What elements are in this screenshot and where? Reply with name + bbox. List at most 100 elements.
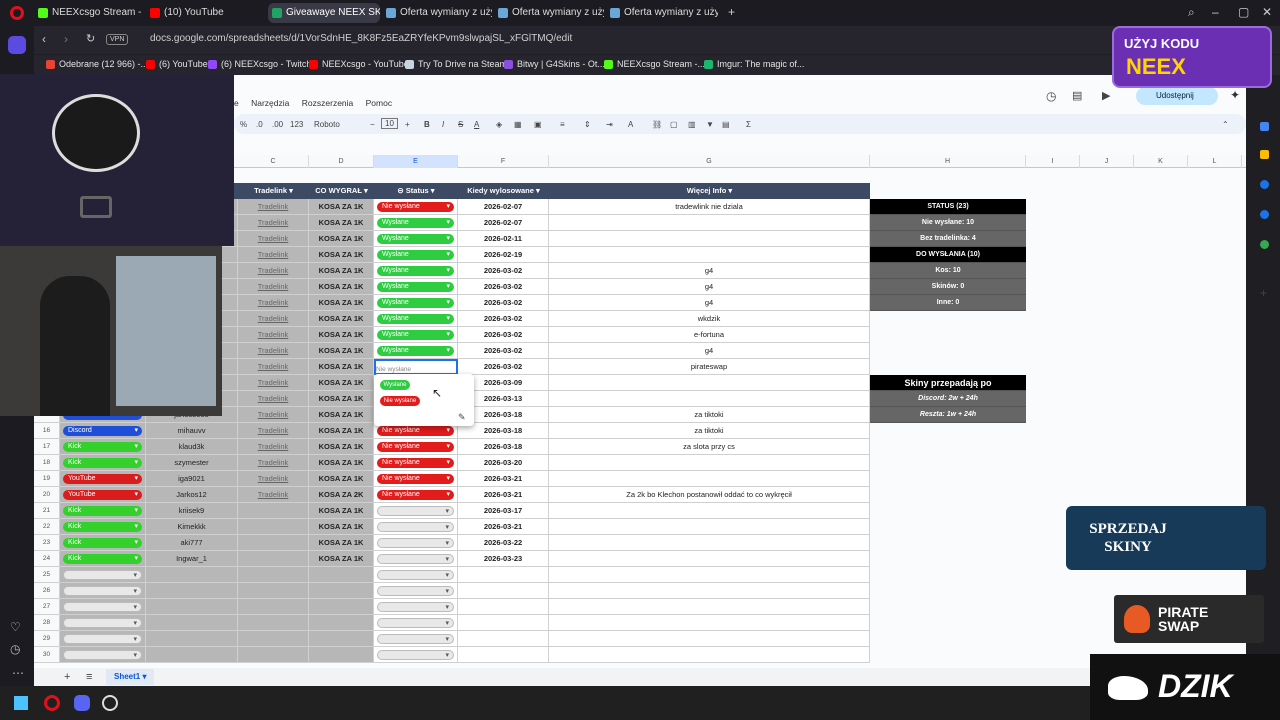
status-cell[interactable] — [374, 647, 458, 663]
row-number[interactable]: 27 — [34, 599, 60, 615]
percent-format-button[interactable]: % — [240, 120, 247, 129]
tradelink-cell[interactable]: Tradelink — [238, 407, 309, 423]
column-header-f[interactable]: F — [458, 155, 549, 168]
prize-cell[interactable]: KOSA ZA 1K — [309, 359, 374, 375]
status-cell[interactable]: Wysłane — [374, 231, 458, 247]
tradelink-link[interactable]: Tradelink — [258, 410, 289, 419]
prize-cell[interactable]: KOSA ZA 1K — [309, 423, 374, 439]
sheet-tab-sheet1[interactable]: Sheet1 ▾ — [106, 669, 155, 685]
row-number[interactable]: 18 — [34, 455, 60, 471]
tab-trade-offer-3[interactable]: Oferta wymiany z użytkow — [606, 3, 718, 23]
menu-extensions[interactable]: Rozszerzenia — [302, 98, 354, 108]
status-chip-empty[interactable] — [377, 538, 454, 549]
prize-cell[interactable] — [309, 583, 374, 599]
borders-icon[interactable]: ▦ — [514, 120, 522, 129]
prize-cell[interactable]: KOSA ZA 1K — [309, 247, 374, 263]
text-wrap-icon[interactable]: ⇥ — [606, 120, 613, 129]
source-chip-empty[interactable] — [63, 634, 142, 645]
info-cell[interactable] — [549, 215, 870, 231]
date-cell[interactable]: 2026-03-02 — [458, 295, 549, 311]
date-cell[interactable]: 2026-02-07 — [458, 215, 549, 231]
status-chip[interactable]: Nie wysłane — [377, 458, 454, 468]
source-cell[interactable] — [60, 631, 146, 647]
tradelink-link[interactable]: Tradelink — [258, 426, 289, 435]
source-cell[interactable]: Kick — [60, 519, 146, 535]
tradelink-link[interactable]: Tradelink — [258, 330, 289, 339]
bookmark-gmail[interactable]: Odebrane (12 966) -... — [46, 59, 148, 69]
status-chip-empty[interactable] — [377, 650, 454, 661]
prize-cell[interactable]: KOSA ZA 1K — [309, 327, 374, 343]
vpn-badge[interactable]: VPN — [106, 34, 129, 45]
info-cell[interactable] — [549, 471, 870, 487]
source-cell[interactable]: Discord — [60, 423, 146, 439]
source-chip-empty[interactable] — [63, 618, 142, 629]
decrease-decimal-button[interactable]: .0 — [256, 120, 263, 129]
prize-cell[interactable]: KOSA ZA 1K — [309, 407, 374, 423]
row-number[interactable]: 29 — [34, 631, 60, 647]
tradelink-cell[interactable] — [238, 631, 309, 647]
status-cell[interactable] — [374, 583, 458, 599]
row-number[interactable]: 24 — [34, 551, 60, 567]
source-chip[interactable]: Kick — [63, 458, 142, 468]
tradelink-cell[interactable]: Tradelink — [238, 455, 309, 471]
status-chip[interactable]: Wysłane — [377, 266, 454, 276]
tradelink-link[interactable]: Tradelink — [258, 346, 289, 355]
tradelink-cell[interactable]: Tradelink — [238, 375, 309, 391]
add-sheet-icon[interactable]: + — [64, 671, 70, 683]
tradelink-link[interactable]: Tradelink — [258, 458, 289, 467]
tradelink-link[interactable]: Tradelink — [258, 282, 289, 291]
maximize-icon[interactable]: ▢ — [1238, 5, 1249, 19]
source-cell[interactable] — [60, 567, 146, 583]
status-cell[interactable]: Nie wysłane — [374, 199, 458, 215]
tradelink-link[interactable]: Tradelink — [258, 394, 289, 403]
prize-cell[interactable]: KOSA ZA 1K — [309, 471, 374, 487]
info-cell[interactable]: e-fortuna — [549, 327, 870, 343]
prize-cell[interactable]: KOSA ZA 1K — [309, 455, 374, 471]
windows-start-icon[interactable] — [14, 696, 28, 710]
row-number[interactable]: 22 — [34, 519, 60, 535]
column-header-e[interactable]: E — [374, 155, 458, 168]
calendar-icon[interactable] — [1260, 122, 1269, 131]
date-cell[interactable]: 2026-02-07 — [458, 199, 549, 215]
history-icon[interactable]: ◷ — [10, 642, 20, 656]
info-cell[interactable]: g4 — [549, 279, 870, 295]
tradelink-cell[interactable]: Tradelink — [238, 439, 309, 455]
info-cell[interactable] — [549, 519, 870, 535]
header-status[interactable]: ⊝ Status ▾ — [374, 183, 458, 199]
prize-cell[interactable] — [309, 647, 374, 663]
tradelink-link[interactable]: Tradelink — [258, 266, 289, 275]
date-cell[interactable]: 2026-03-02 — [458, 311, 549, 327]
dropdown-option-not-sent[interactable]: Nie wysłane — [380, 396, 420, 406]
prize-cell[interactable]: KOSA ZA 1K — [309, 503, 374, 519]
status-cell[interactable]: Nie wysłane — [374, 359, 458, 375]
info-cell[interactable]: tradewlink nie dziala — [549, 199, 870, 215]
info-cell[interactable]: g4 — [549, 295, 870, 311]
status-chip[interactable]: Wysłane — [377, 346, 454, 356]
status-cell[interactable]: Wysłane — [374, 311, 458, 327]
status-chip[interactable]: Nie wysłane — [377, 442, 454, 452]
tradelink-link[interactable]: Tradelink — [258, 314, 289, 323]
tradelink-link[interactable]: Tradelink — [258, 362, 289, 371]
nickname-cell[interactable]: Jarkos12 — [146, 487, 238, 503]
bold-icon[interactable]: B — [424, 120, 430, 129]
date-cell[interactable]: 2026-03-23 — [458, 551, 549, 567]
date-cell[interactable]: 2026-03-17 — [458, 503, 549, 519]
nickname-cell[interactable]: Ingwar_1 — [146, 551, 238, 567]
info-cell[interactable]: za tiktoki — [549, 407, 870, 423]
status-chip[interactable]: Nie wysłane — [377, 202, 454, 212]
column-header-h[interactable]: H — [870, 155, 1026, 168]
fill-color-icon[interactable]: ◈ — [496, 120, 502, 129]
edit-pencil-icon[interactable]: ✎ — [458, 412, 466, 423]
tab-giveaway-sheet[interactable]: Giveawaye NEEX SKINY - — [268, 3, 380, 23]
prize-cell[interactable]: KOSA ZA 1K — [309, 343, 374, 359]
prize-cell[interactable] — [309, 599, 374, 615]
tradelink-cell[interactable]: Tradelink — [238, 391, 309, 407]
text-color-icon[interactable]: A — [474, 120, 479, 129]
tradelink-cell[interactable]: Tradelink — [238, 247, 309, 263]
column-header-l[interactable]: L — [1188, 155, 1242, 168]
source-chip-empty[interactable] — [63, 570, 142, 581]
source-chip-empty[interactable] — [63, 602, 142, 613]
source-cell[interactable] — [60, 615, 146, 631]
italic-icon[interactable]: I — [442, 120, 444, 129]
row-number[interactable]: 17 — [34, 439, 60, 455]
